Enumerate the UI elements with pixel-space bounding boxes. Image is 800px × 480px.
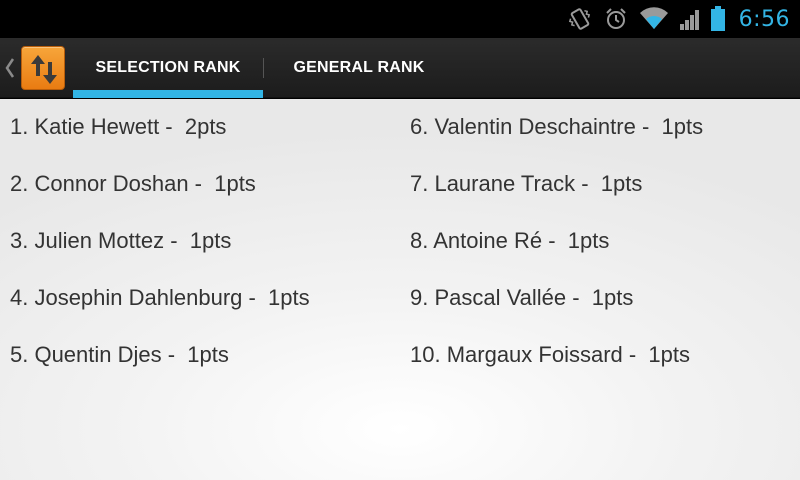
- selected-tab-indicator: [73, 90, 263, 98]
- up-down-arrows-icon: [31, 55, 57, 84]
- status-bar: 6:56: [0, 0, 800, 38]
- rank-item: 7. Laurane Track - 1pts: [410, 171, 643, 196]
- rank-item: 5. Quentin Djes - 1pts: [10, 342, 229, 367]
- rank-item: 1. Katie Hewett - 2pts: [10, 114, 227, 139]
- app-icon[interactable]: [21, 46, 65, 90]
- battery-icon: [710, 6, 725, 32]
- rank-item: 4. Josephin Dahlenburg - 1pts: [10, 285, 310, 310]
- tab-selection-rank-label: SELECTION RANK: [95, 59, 241, 76]
- up-caret-icon[interactable]: [4, 55, 16, 81]
- action-bar: SELECTION RANK GENERAL RANK: [0, 38, 800, 98]
- ranking-content: 1. Katie Hewett - 2pts 2. Connor Doshan …: [0, 99, 800, 480]
- rank-item: 2. Connor Doshan - 1pts: [10, 171, 256, 196]
- alarm-icon: [603, 6, 629, 32]
- rank-item: 10. Margaux Foissard - 1pts: [410, 342, 691, 367]
- signal-icon: [679, 7, 701, 31]
- wifi-icon: [639, 7, 669, 31]
- clock: 6:56: [738, 6, 790, 32]
- ranking-column-left: 1. Katie Hewett - 2pts 2. Connor Doshan …: [10, 113, 310, 398]
- vibrate-icon: [567, 6, 593, 32]
- rank-item: 8. Antoine Ré - 1pts: [410, 228, 610, 253]
- ranking-column-right: 6. Valentin Deschaintre - 1pts 7. Lauran…: [410, 113, 703, 398]
- rank-item: 3. Julien Mottez - 1pts: [10, 228, 232, 253]
- tab-selection-rank[interactable]: SELECTION RANK: [73, 38, 263, 98]
- rank-item: 6. Valentin Deschaintre - 1pts: [410, 114, 704, 139]
- tab-general-rank-label: GENERAL RANK: [293, 59, 425, 76]
- tab-general-rank[interactable]: GENERAL RANK: [264, 38, 454, 98]
- status-icons: 6:56: [567, 0, 790, 38]
- rank-item: 9. Pascal Vallée - 1pts: [410, 285, 634, 310]
